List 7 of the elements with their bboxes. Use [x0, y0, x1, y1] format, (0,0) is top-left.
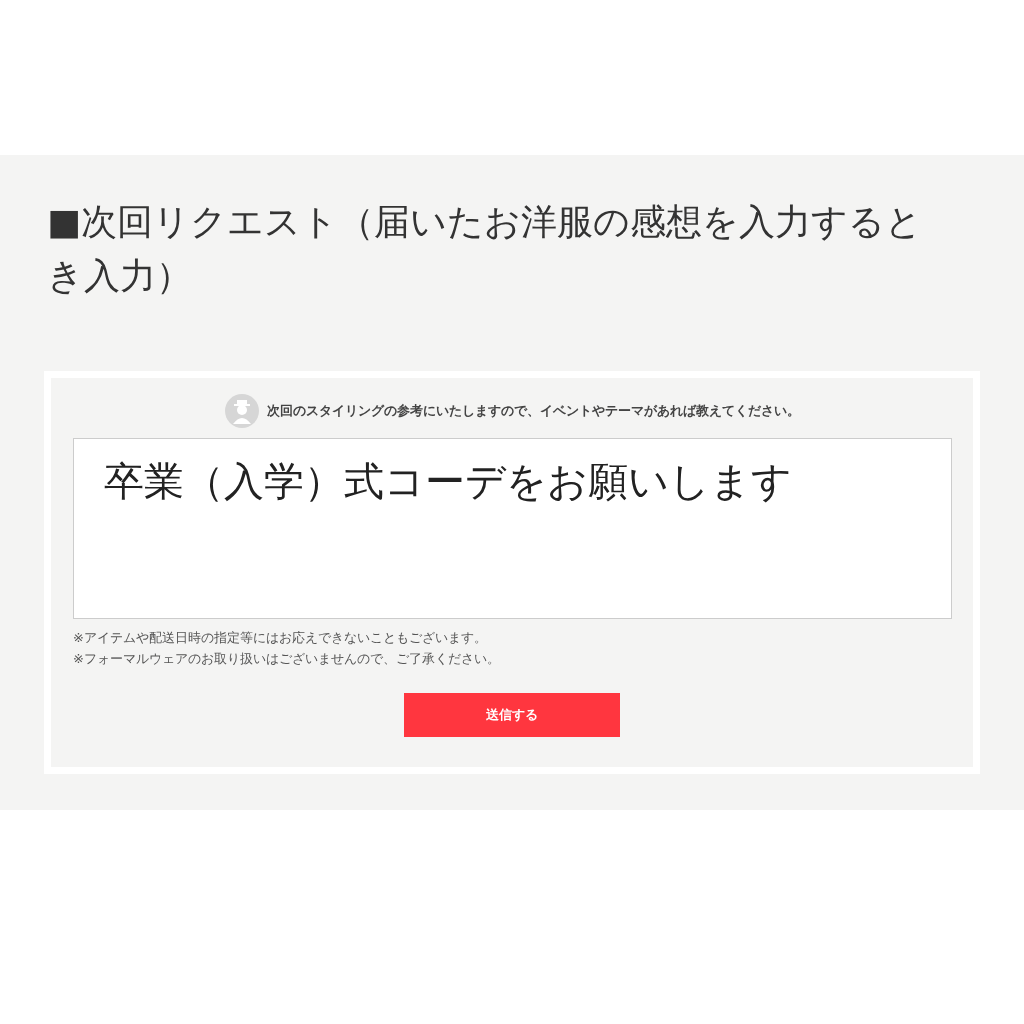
- note-text: ※フォーマルウェアのお取り扱いはございませんので、ご了承ください。: [73, 650, 501, 668]
- submit-button[interactable]: 送信する: [404, 693, 620, 737]
- answer-box[interactable]: 卒業（入学）式コーデをお願いします: [73, 438, 952, 619]
- page-heading: ■次回リクエスト（届いたお洋服の感想を入力するとき入力）: [47, 200, 923, 298]
- avatar-icon: [224, 394, 259, 428]
- prompt-text: 次回のスタイリングの参考にいたしますので、イベントやテーマがあれば教えてください。: [266, 401, 800, 420]
- note-text: ※アイテムや配送日時の指定等にはお応えできないこともございます。: [73, 629, 488, 647]
